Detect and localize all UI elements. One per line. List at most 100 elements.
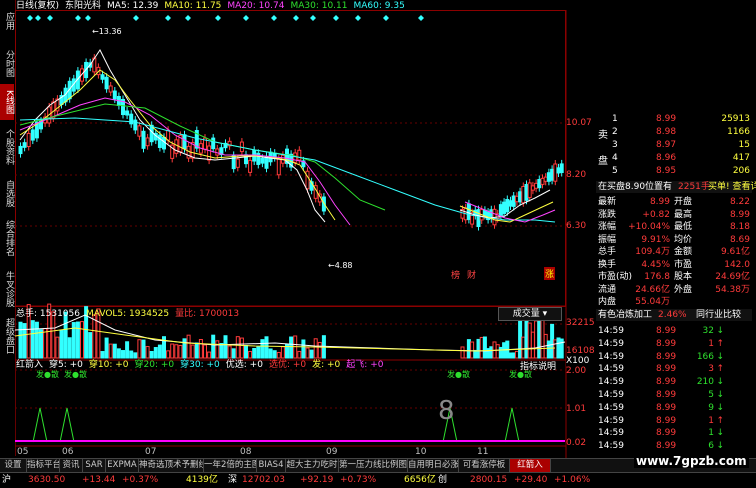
- candle-body: [486, 211, 491, 221]
- left-nav-item[interactable]: K线图: [0, 84, 14, 120]
- indicator-tab[interactable]: 设置: [0, 459, 27, 472]
- tick-price: 8.99: [656, 326, 677, 336]
- ask-volume: 206: [732, 166, 750, 176]
- signal-diamond: [75, 15, 81, 21]
- ask-row[interactable]: 1 8.99 25913: [596, 113, 752, 125]
- tick-time: 14:59: [598, 377, 624, 388]
- limit-up-marker[interactable]: 涨: [544, 267, 556, 280]
- tick-price: 8.99: [656, 390, 677, 400]
- tick-price: 8.99: [656, 441, 677, 452]
- sector-name[interactable]: 有色冶炼加工: [598, 309, 652, 321]
- indicator-tab[interactable]: EXPMA: [106, 459, 139, 472]
- sh-change: +13.44: [82, 475, 116, 485]
- volume-bar: [239, 337, 244, 359]
- indicator-tab[interactable]: 资讯: [60, 459, 83, 472]
- volume-bar: [80, 321, 84, 359]
- volume-bar: [260, 339, 265, 359]
- indicator-tab[interactable]: 自用明日必涨: [408, 459, 459, 472]
- tick-row: 14:59 8.99 32 ↓: [596, 325, 752, 337]
- tick-volume: 1: [708, 415, 714, 426]
- ask-price: 8.96: [656, 153, 677, 163]
- left-nav-item[interactable]: 超级盘口: [0, 316, 14, 356]
- finance-marker[interactable]: 财: [467, 268, 476, 281]
- volume-bar: [463, 350, 468, 359]
- volume-bar: [186, 334, 191, 359]
- left-nav-item[interactable]: 牛叉诊股: [0, 263, 14, 314]
- signal-diamond: [27, 15, 33, 21]
- indicator-tab[interactable]: 一年2倍的主图: [204, 459, 257, 472]
- indicator-tab[interactable]: BIAS4: [257, 459, 286, 472]
- signal-diamond: [271, 15, 277, 21]
- stat-label: 涨跌: [598, 209, 617, 220]
- notice-detail-link[interactable]: 买单! 查看详细: [708, 181, 756, 193]
- notice-volume: 2251手: [678, 182, 710, 192]
- ask-row[interactable]: 5 8.95 206: [596, 165, 752, 177]
- volume-indicator-dropdown[interactable]: 成交量 ▾: [498, 307, 562, 321]
- indicator-signal: 发●散: [509, 370, 532, 379]
- left-nav-item[interactable]: 个股资料: [0, 122, 14, 172]
- signal-diamond: [293, 15, 299, 21]
- ask-row[interactable]: 2 8.98 1166: [596, 126, 752, 138]
- candle-body: [112, 90, 117, 100]
- quote-stat-row: 换手 4.45% 市盈 142.0: [596, 259, 752, 271]
- indicator-signal: 发●散: [36, 370, 59, 379]
- sector-row[interactable]: 有色冶炼加工 2.46% 同行业比较: [596, 309, 752, 321]
- candle-body: [537, 179, 542, 189]
- indicator-tab[interactable]: 超大主力吃时: [286, 459, 339, 472]
- quote-stat-row: 涨幅 +10.04% 最低 8.18: [596, 221, 752, 233]
- signal-diamonds: [27, 15, 424, 21]
- tick-row: 14:59 8.99 1 ↑: [596, 415, 752, 427]
- volume-bar: [215, 340, 220, 359]
- tick-volume: 32: [702, 326, 714, 336]
- ask-row[interactable]: 4 8.96 417: [596, 152, 752, 164]
- quote-stat-row: 总手 109.4万 金额 9.61亿: [596, 246, 752, 258]
- left-nav-item[interactable]: 自选股: [0, 175, 14, 212]
- volume-bar: [546, 340, 551, 359]
- candle-body: [211, 137, 216, 150]
- chart-area[interactable]: [15, 10, 596, 458]
- peer-compare-link[interactable]: 同行业比较: [696, 309, 741, 321]
- big-order-notice[interactable]: 在买盘8.90位置有 2251手 买单! 查看详细: [596, 181, 756, 193]
- tick-volume: 3: [708, 364, 714, 375]
- stat-label: 振幅: [598, 234, 617, 245]
- indicator-tab[interactable]: 指标平台: [27, 459, 60, 472]
- candle-body: [482, 209, 487, 216]
- indicator-cross20: 穿20: +0: [134, 360, 175, 370]
- candle-body: [521, 185, 526, 204]
- quote-stat-row: 市盈(动) 176.8 股本 24.69亿: [596, 271, 752, 283]
- volume-bar: [67, 337, 72, 359]
- volume-bar: [133, 352, 138, 359]
- left-nav-item[interactable]: 综合排名: [0, 214, 14, 261]
- indicator-cross30: 穿30: +0: [180, 360, 220, 370]
- stat-value: 24.69亿: [715, 272, 750, 282]
- indicator-tab[interactable]: 可看涨停板: [459, 459, 510, 472]
- candle-body: [502, 201, 507, 214]
- indicator-tab[interactable]: SAR: [83, 459, 106, 472]
- quote-stat-row: 最新 8.99 开盘 8.22: [596, 196, 752, 208]
- candle-body: [26, 132, 31, 148]
- price-axis-1: 10.07: [566, 118, 592, 128]
- indicator-tab[interactable]: 红箭入: [510, 459, 551, 472]
- left-nav-item[interactable]: 分时图: [0, 44, 14, 82]
- indicator-tab[interactable]: 神奇选顶术予删线: [139, 459, 204, 472]
- volume-bar: [280, 346, 285, 359]
- date-axis: 05 06 07 08 09 10 11: [15, 447, 565, 457]
- volume-axis-1: 32215: [566, 318, 595, 328]
- volume-bar: [75, 321, 80, 359]
- volume-bar: [479, 336, 484, 359]
- rank-marker[interactable]: 榜: [451, 268, 460, 281]
- candle-body: [276, 158, 281, 176]
- volume-bar: [198, 338, 203, 359]
- ask-row[interactable]: 3 8.97 15: [596, 139, 752, 151]
- volume-total: 总手: 1531056: [16, 309, 80, 319]
- quote-stat-row: 内盘 55.04万: [596, 296, 752, 308]
- arrow-up-icon: ↑: [716, 364, 724, 375]
- left-nav-item[interactable]: 应用: [0, 0, 14, 42]
- indicator-tab[interactable]: 第一压力线比例图: [339, 459, 408, 472]
- volume-bar: [112, 343, 117, 359]
- date-tick: 08: [240, 447, 252, 457]
- tick-time: 14:59: [598, 415, 624, 426]
- stat-value: 55.04万: [635, 297, 670, 307]
- notice-text: 在买盘8.90位置有: [598, 182, 673, 192]
- tick-price: 8.99: [656, 351, 677, 362]
